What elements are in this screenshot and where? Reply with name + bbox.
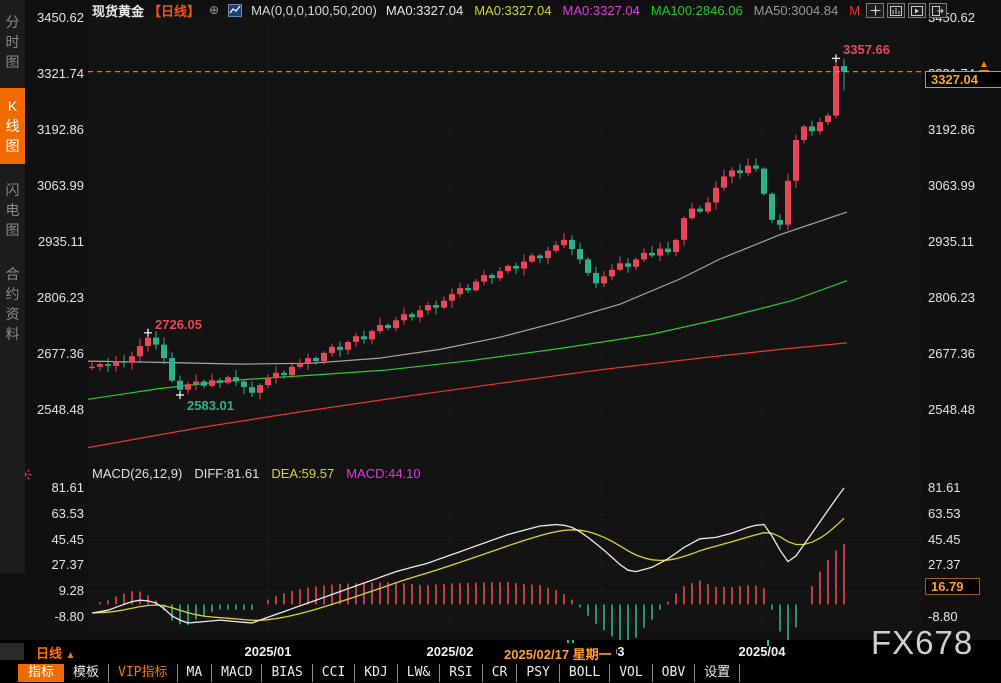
axis-label: 2677.36	[26, 346, 84, 361]
pivot-price-label: 3357.66	[843, 42, 890, 57]
sidebar: 分时图 K线图闪电图合约资料	[0, 0, 25, 573]
sidebar-tab-1[interactable]: 分时图	[0, 4, 25, 80]
window-controls	[866, 3, 947, 18]
move-icon[interactable]	[866, 3, 884, 18]
ma-legend-value: M	[849, 3, 860, 18]
link-icon[interactable]: ⊕	[209, 3, 219, 17]
sidebar-tab-4[interactable]: 合约资料	[0, 256, 25, 352]
axis-label: 2677.36	[928, 346, 986, 361]
ma-settings-label: MA(0,0,0,100,50,200)	[251, 3, 377, 18]
axis-label: 3192.86	[928, 122, 986, 137]
sidebar-tab-3[interactable]: 闪电图	[0, 172, 25, 248]
symbol-title: 现货黄金	[92, 1, 144, 20]
toolbar-button-lw[interactable]: LW&	[397, 664, 439, 682]
axis-label: -8.80	[928, 609, 986, 624]
macd-macd-value: MACD:44.10	[346, 466, 420, 481]
axis-label: 27.37	[26, 557, 84, 572]
ma-legend-value: MA0:3327.04	[474, 3, 551, 18]
period-tag: 【日线】	[148, 1, 200, 20]
axis-label: 3192.86	[26, 122, 84, 137]
ma-legend: MA0:3327.04 MA0:3327.04 MA0:3327.04 MA100:2…	[386, 3, 860, 18]
toolbar-button-rsi[interactable]: RSI	[439, 664, 481, 682]
mini-chart-icon[interactable]	[228, 4, 242, 17]
date-label: 2025/04	[739, 644, 786, 659]
macd-title: MACD(26,12,9)	[92, 466, 182, 481]
axis-label: 3450.62	[26, 10, 84, 25]
price-marker-icon[interactable]: ▲	[979, 60, 989, 72]
axis-label: -8.80	[26, 609, 84, 624]
toolbar-button-[interactable]: 模板	[63, 664, 108, 682]
axis-label: 9.28	[26, 583, 84, 598]
axis-label: 63.53	[928, 506, 986, 521]
axis-label: 81.61	[26, 480, 84, 495]
axis-label: 2548.48	[928, 402, 986, 417]
current-price-box: 3327.04	[925, 71, 1001, 88]
date-tooltip: 2025/02/17 星期一	[500, 643, 616, 664]
toolbar-button-[interactable]: 设置	[694, 664, 740, 682]
sidebar-tab-2[interactable]: K线图	[0, 88, 25, 164]
axis-label: 2935.11	[928, 234, 986, 249]
macd-current-box: 16.79	[925, 578, 980, 595]
chart-header: 现货黄金 【日线】 ⊕ MA(0,0,0,100,50,200) MA0:332…	[92, 2, 860, 18]
pivot-price-label: 2726.05	[155, 317, 202, 332]
toolbar-button-cci[interactable]: CCI	[312, 664, 354, 682]
toolbar-button-macd[interactable]: MACD	[211, 664, 261, 682]
macd-legend: MACD(26,12,9) DIFF:81.61 DEA:59.57 MACD:…	[92, 466, 421, 481]
axis-label: 3063.99	[26, 178, 84, 193]
toolbar-button-cr[interactable]: CR	[482, 664, 517, 682]
axis-label: 45.45	[26, 532, 84, 547]
macd-diff-value: DIFF:81.61	[194, 466, 259, 481]
axis-label: 2806.23	[26, 290, 84, 305]
play-panel-icon[interactable]	[908, 3, 926, 18]
chart-app: 分时图 K线图闪电图合约资料 现货黄金 【日线】 ⊕ MA(0,0,0,100,5…	[0, 0, 1001, 683]
up-arrow-icon: ▲	[66, 650, 76, 661]
ma-legend-value: MA0:3327.04	[386, 3, 463, 18]
corner-block	[0, 643, 24, 660]
toolbar-button-bias[interactable]: BIAS	[261, 664, 311, 682]
toolbar-button-kdj[interactable]: KDJ	[354, 664, 396, 682]
axis-label: 63.53	[26, 506, 84, 521]
toolbar-button-[interactable]: 指标	[18, 664, 63, 682]
axis-label: 2548.48	[26, 402, 84, 417]
axis-label: 3321.74	[26, 66, 84, 81]
ma-legend-value: MA0:3327.04	[563, 3, 640, 18]
toolbar-button-boll[interactable]: BOLL	[559, 664, 609, 682]
axis-label: 2806.23	[928, 290, 986, 305]
chart-canvas[interactable]	[0, 0, 1001, 683]
axis-label: 3063.99	[928, 178, 986, 193]
axis-label: 2935.11	[26, 234, 84, 249]
indicator-window-icon[interactable]	[887, 3, 905, 18]
axis-label: 81.61	[928, 480, 986, 495]
axis-label: 27.37	[928, 557, 986, 572]
indicator-toolbar: 指标模板VIP指标MAMACDBIASCCIKDJLW&RSICRPSYBOLL…	[0, 663, 1001, 683]
period-selector[interactable]: 日线 ▲	[36, 643, 76, 662]
toolbar-button-psy[interactable]: PSY	[516, 664, 558, 682]
watermark: FX678	[871, 624, 973, 662]
date-axis: 日线 ▲ 2025/02/17 星期一 2025/01 2025/02 2025/0…	[0, 640, 1001, 663]
date-label: 2025/02	[427, 644, 474, 659]
ma-legend-value: MA50:3004.84	[754, 3, 839, 18]
ma-legend-value: MA100:2846.06	[651, 3, 743, 18]
toolbar-button-vol[interactable]: VOL	[609, 664, 651, 682]
macd-dea-value: DEA:59.57	[271, 466, 334, 481]
exit-panel-icon[interactable]	[929, 3, 947, 18]
pivot-price-label: 2583.01	[187, 398, 234, 413]
toolbar-button-ma[interactable]: MA	[177, 664, 212, 682]
axis-label: 45.45	[928, 532, 986, 547]
toolbar-button-vip[interactable]: VIP指标	[108, 664, 176, 682]
toolbar-button-obv[interactable]: OBV	[652, 664, 694, 682]
date-label: 2025/01	[245, 644, 292, 659]
